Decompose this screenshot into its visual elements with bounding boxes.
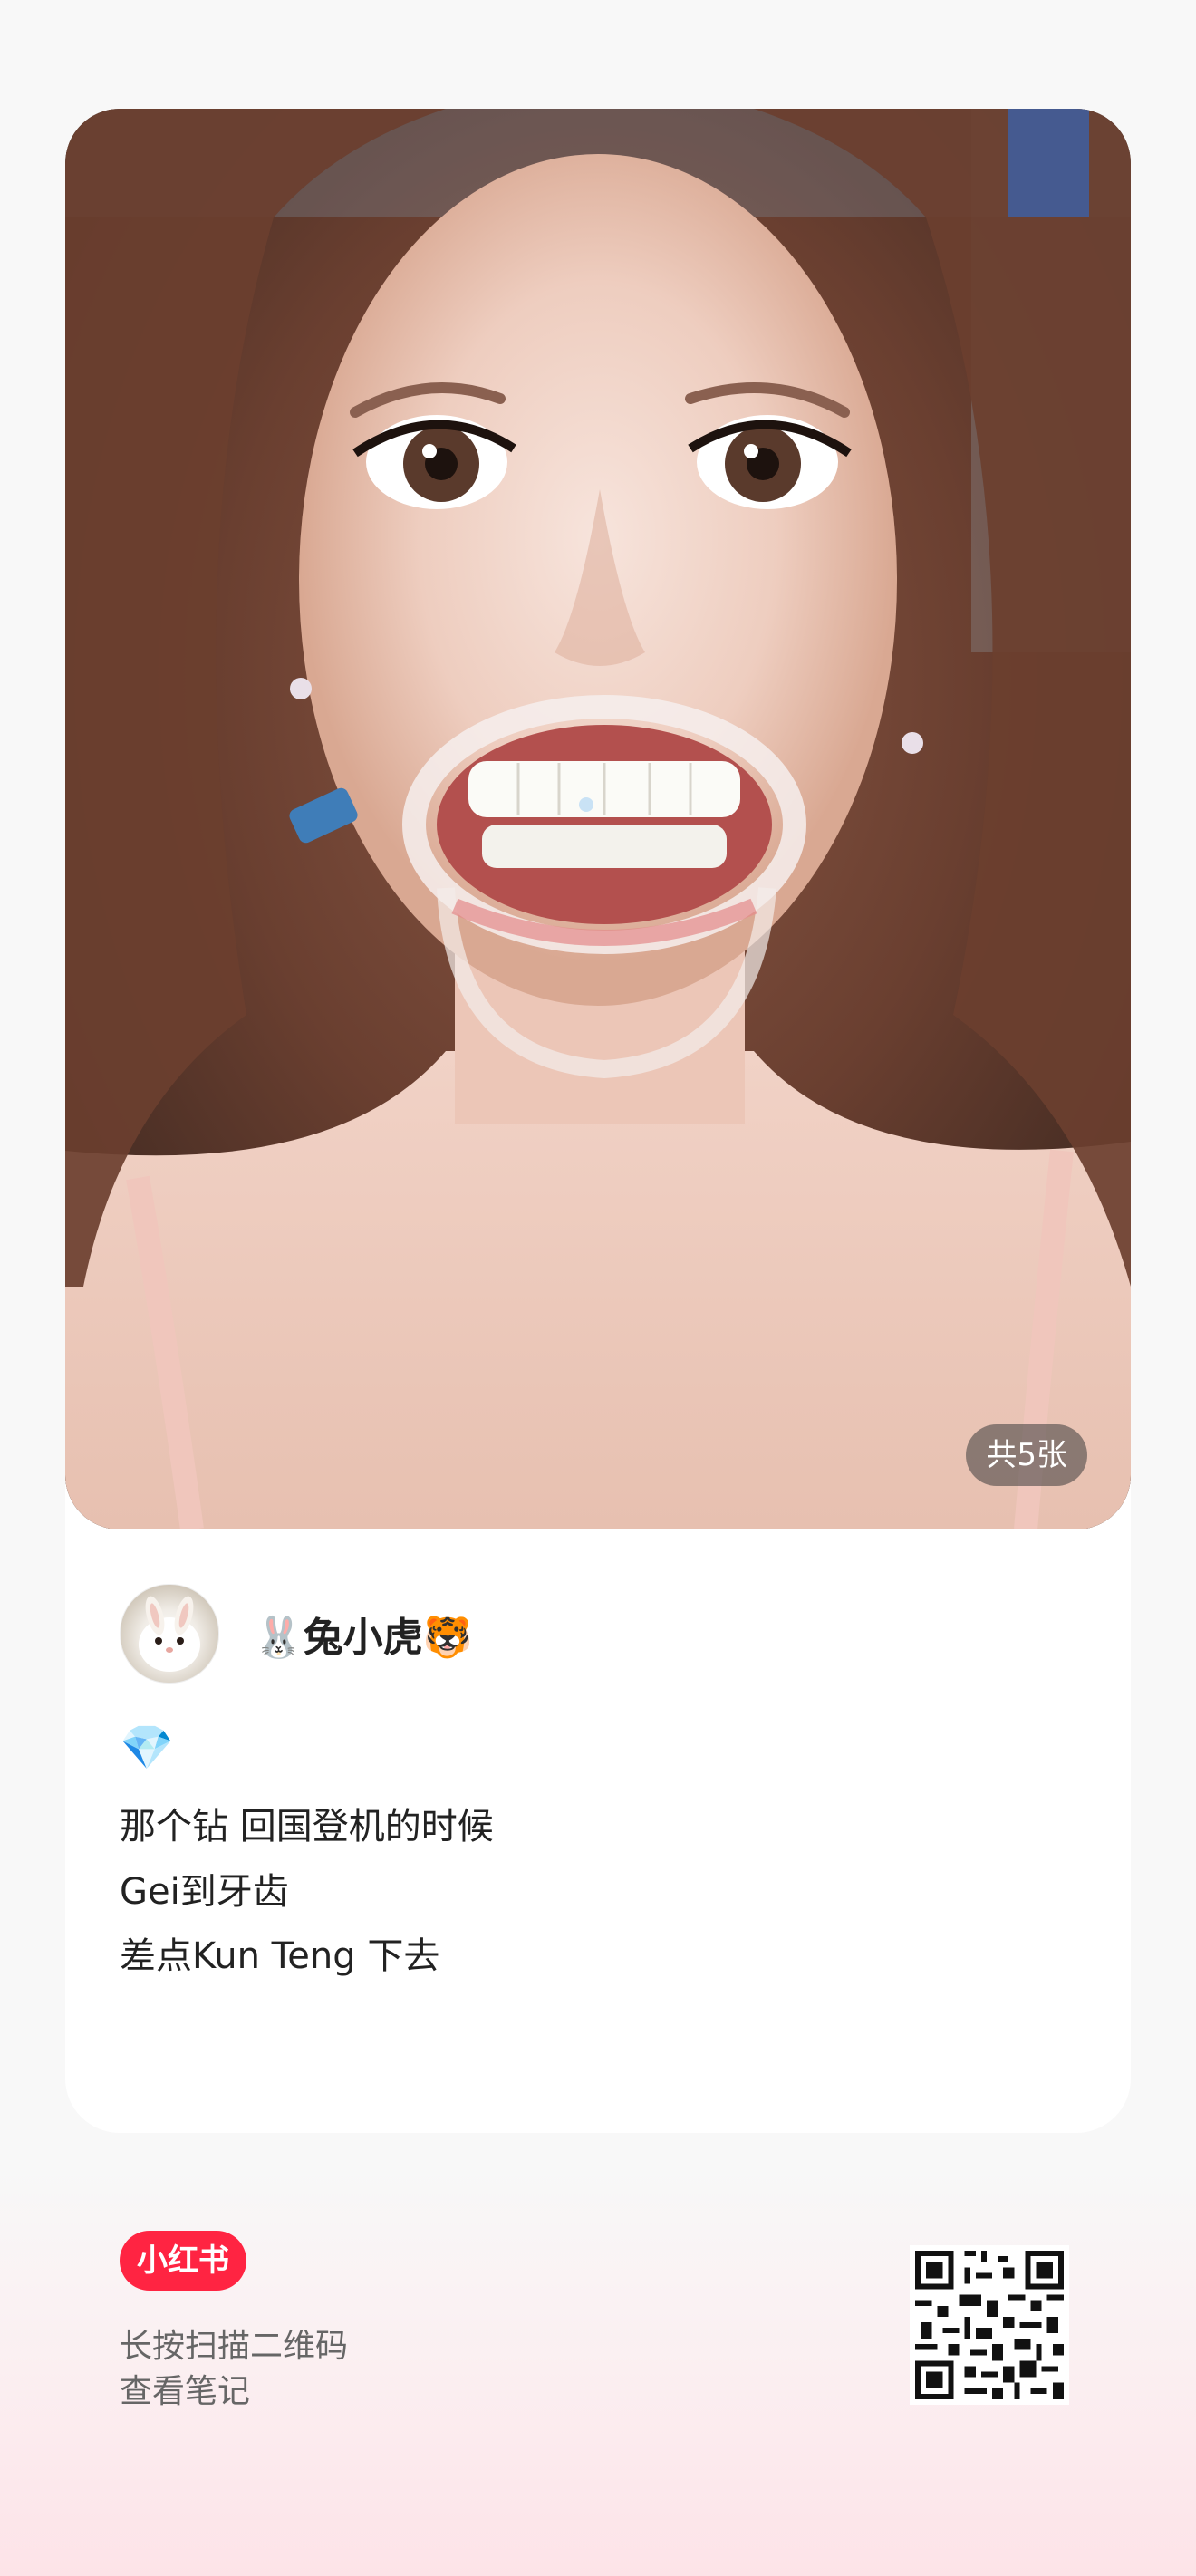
bunny-avatar-icon (139, 1596, 200, 1672)
post-content-line-3: 差点Kun Teng 下去 (120, 1935, 440, 1977)
author-row[interactable]: 🐰兔小虎🐯 (120, 1584, 473, 1684)
qr-code-icon[interactable] (910, 2245, 1069, 2405)
brand-logo: 小红书 (120, 2231, 246, 2291)
post-content-line-2: Gei到牙齿 (120, 1871, 289, 1913)
note-card: 共5张 🐰兔小虎🐯 💎 那个钻 回国登机的时候 Gei到牙齿 差点Kun Ten… (65, 109, 1131, 2133)
post-timestamp: 2026/5/15 01:02 (120, 2126, 391, 2133)
scan-hint-line-2: 查看笔记 (120, 2373, 251, 2410)
scan-hint-line-1: 长按扫描二维码 (120, 2328, 349, 2365)
diamond-emoji: 💎 (120, 1722, 174, 1773)
post-photo[interactable]: 共5张 (65, 109, 1131, 1529)
post-content-line-1: 那个钻 回国登机的时候 (120, 1806, 494, 1848)
portrait-image (65, 109, 1131, 1529)
author-name[interactable]: 🐰兔小虎🐯 (254, 1605, 473, 1663)
image-count-badge: 共5张 (966, 1424, 1087, 1486)
avatar[interactable] (120, 1584, 219, 1684)
